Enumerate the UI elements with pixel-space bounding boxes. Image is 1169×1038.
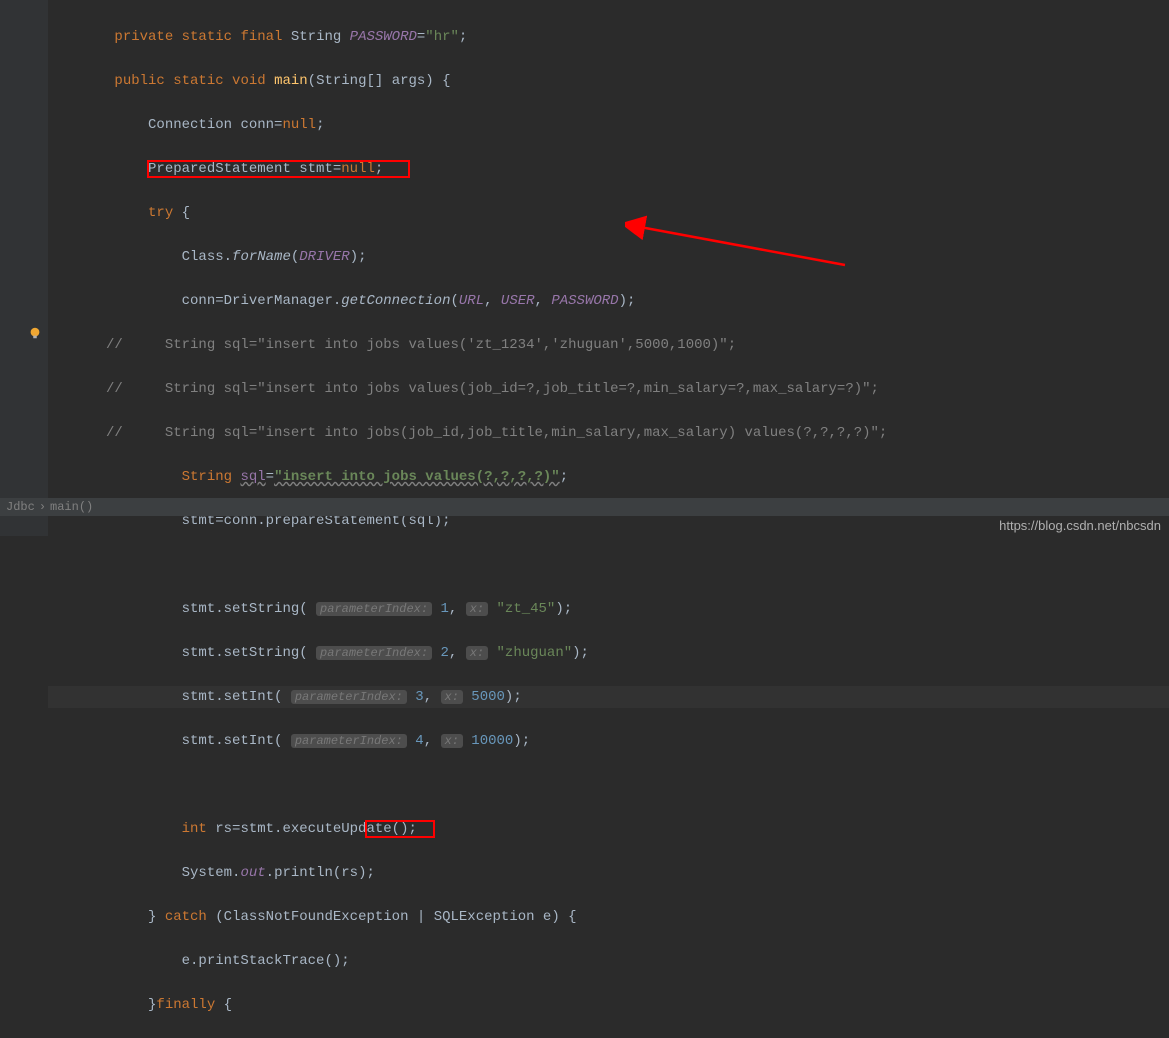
comment: // [106, 378, 123, 400]
param-hint-icon: x: [441, 690, 463, 704]
param-hint-icon: parameterIndex: [291, 690, 407, 704]
type: String [182, 469, 241, 485]
keyword: finally [156, 997, 223, 1013]
gutter [0, 0, 48, 536]
highlight-box-statement: PreparedStatement stmt=null; [148, 161, 408, 177]
breadcrumb[interactable]: Jdbc › main() [0, 498, 1169, 516]
param-hint-icon: x: [466, 602, 488, 616]
param-hint-icon: x: [466, 646, 488, 660]
watermark: https://blog.csdn.net/nbcsdn [999, 516, 1161, 536]
keyword: int [182, 821, 216, 837]
chevron-right-icon: › [39, 500, 46, 514]
field: PASSWORD [350, 29, 417, 45]
type: System [182, 865, 232, 881]
keyword: private static final [114, 29, 290, 45]
keyword: try [148, 205, 182, 221]
current-line: stmt.setInt( parameterIndex: 3, x: 5000)… [48, 686, 1169, 708]
type: DriverManager [224, 293, 333, 309]
param-hint-icon: parameterIndex: [291, 734, 407, 748]
code-editor[interactable]: private static final String PASSWORD="hr… [48, 0, 1169, 498]
breadcrumb-item[interactable]: Jdbc [6, 500, 35, 514]
keyword: catch [165, 909, 215, 925]
highlight-box-execute: ate(); [366, 821, 433, 837]
param-hint-icon: parameterIndex: [316, 646, 432, 660]
comment: // [106, 422, 123, 444]
sql-string: "insert into jobs values(?,?,?,?)" [274, 469, 560, 485]
intention-bulb-icon[interactable] [28, 326, 42, 340]
method: main [274, 73, 308, 89]
comment: // [106, 334, 123, 356]
type: Connection [148, 117, 240, 133]
type: PreparedStatement [148, 161, 299, 177]
type: String [316, 73, 366, 89]
string: "hr" [425, 29, 459, 45]
param-hint-icon: x: [441, 734, 463, 748]
breadcrumb-item[interactable]: main() [50, 500, 93, 514]
keyword: public static void [114, 73, 274, 89]
type: String [291, 29, 350, 45]
type: Class [182, 249, 224, 265]
param-hint-icon: parameterIndex: [316, 602, 432, 616]
